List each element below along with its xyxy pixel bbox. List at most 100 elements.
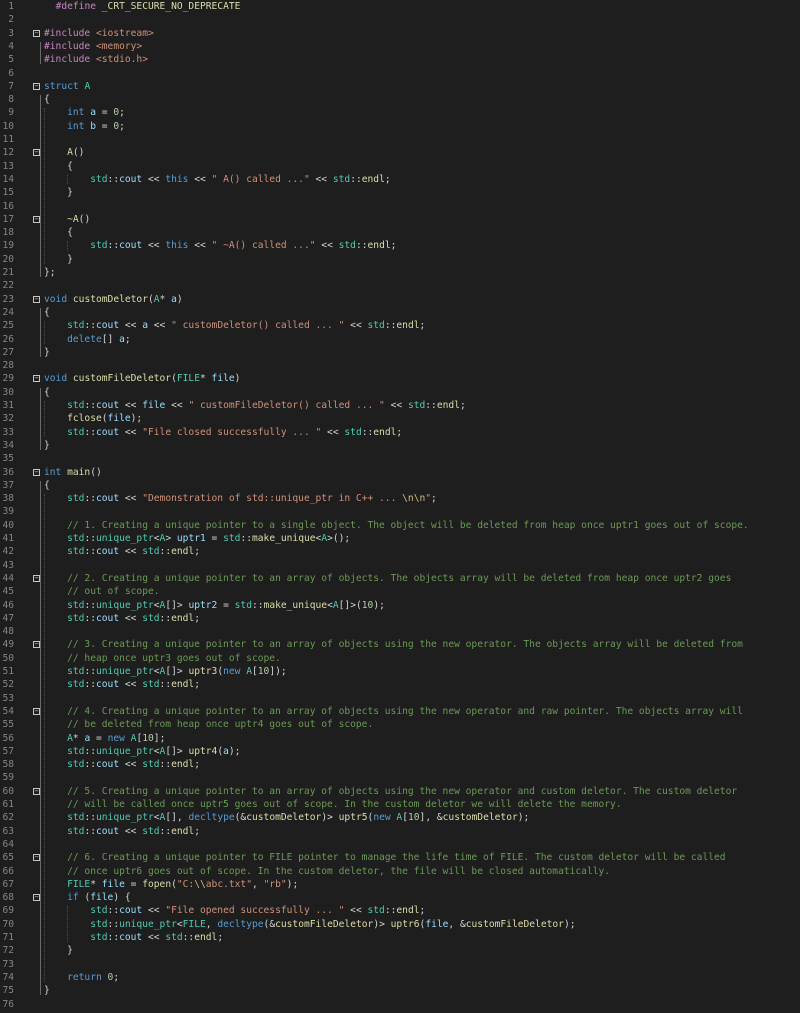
code-line[interactable]: 34} (0, 439, 800, 452)
fold-collapse-icon[interactable]: − (33, 215, 40, 223)
code-line[interactable]: 50 // heap once uptr3 goes out of scope. (0, 652, 800, 665)
code-line[interactable]: 4 #include <memory> (0, 40, 800, 53)
code-token: this (165, 173, 189, 185)
code-line[interactable]: 59 (0, 771, 800, 784)
code-line[interactable]: 19 std::cout << this << " ~A() called ..… (0, 239, 800, 252)
code-line[interactable]: 39 (0, 505, 800, 518)
code-line[interactable]: 66 // once uptr6 goes out of scope. In t… (0, 865, 800, 878)
code-line[interactable]: 54 − // 4. Creating a unique pointer to a… (0, 705, 800, 718)
code-line[interactable]: 17 − ~A() (0, 213, 800, 226)
code-line[interactable]: 27} (0, 346, 800, 359)
code-line[interactable]: 68 − if (file) { (0, 891, 800, 904)
code-line[interactable]: 31 std::cout << file << " customFileDele… (0, 399, 800, 412)
code-line[interactable]: 15 } (0, 186, 800, 199)
code-line[interactable]: 70 std::unique_ptr<FILE, decltype(&custo… (0, 918, 800, 931)
fold-collapse-icon[interactable]: − (33, 295, 40, 303)
code-line[interactable]: 55 // be deleted from heap once uptr4 go… (0, 718, 800, 731)
code-line[interactable]: 45 // out of scope. (0, 585, 800, 598)
code-line[interactable]: 42 std::cout << std::endl; (0, 545, 800, 558)
code-line[interactable]: 38 std::cout << "Demonstration of std::u… (0, 492, 800, 505)
code-line[interactable]: 21}; (0, 266, 800, 279)
code-line[interactable]: 64 (0, 838, 800, 851)
code-text: #include <stdio.h> (44, 53, 148, 66)
code-line[interactable]: 41 std::unique_ptr<A> uptr1 = std::make_… (0, 532, 800, 545)
code-line[interactable]: 46 std::unique_ptr<A[]> uptr2 = std::mak… (0, 599, 800, 612)
code-line[interactable]: 74 return 0; (0, 971, 800, 984)
code-line[interactable]: 76 (0, 998, 800, 1011)
code-line[interactable]: 11 (0, 133, 800, 146)
fold-collapse-icon[interactable]: − (33, 894, 40, 902)
code-line[interactable]: 56 A* a = new A[10]; (0, 732, 800, 745)
fold-collapse-icon[interactable]: − (33, 787, 40, 795)
code-token: // out of scope. (67, 586, 160, 598)
code-line[interactable]: 51 std::unique_ptr<A[]> uptr3(new A[10])… (0, 665, 800, 678)
code-token: return (67, 971, 102, 983)
code-line[interactable]: 5 #include <stdio.h> (0, 53, 800, 66)
code-line[interactable]: 28 (0, 359, 800, 372)
code-token: = (205, 533, 224, 544)
code-line[interactable]: 49 − // 3. Creating a unique pointer to a… (0, 638, 800, 651)
code-line[interactable]: 72 } (0, 944, 800, 957)
code-line[interactable]: 57 std::unique_ptr<A[]> uptr4(a); (0, 745, 800, 758)
code-line[interactable]: 30 { (0, 386, 800, 399)
code-line[interactable]: 20 } (0, 253, 800, 266)
code-line[interactable]: 14 std::cout << this << " A() called ...… (0, 173, 800, 186)
code-line[interactable]: 25 std::cout << a << " customDeletor() c… (0, 319, 800, 332)
code-line[interactable]: 75} (0, 984, 800, 997)
code-line[interactable]: 9 int a = 0; (0, 106, 800, 119)
fold-collapse-icon[interactable]: − (33, 468, 40, 476)
fold-collapse-icon[interactable]: − (33, 29, 40, 37)
fold-collapse-icon[interactable]: − (33, 641, 40, 649)
code-line[interactable]: 26 delete[] a; (0, 333, 800, 346)
code-line[interactable]: 47 std::cout << std::endl; (0, 612, 800, 625)
code-line[interactable]: 33 std::cout << "File closed successfull… (0, 426, 800, 439)
code-line[interactable]: 69 std::cout << "File opened successfull… (0, 904, 800, 917)
code-line[interactable]: 16 (0, 200, 800, 213)
code-line[interactable]: 6 (0, 67, 800, 80)
code-text: { (44, 386, 50, 399)
line-number: 55 (2, 719, 14, 731)
code-line[interactable]: 67 FILE* file = fopen("C:\\abc.txt", "rb… (0, 878, 800, 891)
code-line[interactable]: 2 (0, 13, 800, 26)
code-line[interactable]: 7 − struct A (0, 80, 800, 93)
code-line[interactable]: 43 (0, 559, 800, 572)
code-line[interactable]: 37 { (0, 479, 800, 492)
code-line[interactable]: 60 − // 5. Creating a unique pointer to a… (0, 785, 800, 798)
code-line[interactable]: 40 // 1. Creating a unique pointer to a … (0, 519, 800, 532)
code-line[interactable]: 8{ (0, 93, 800, 106)
code-line[interactable]: 35 (0, 452, 800, 465)
fold-collapse-icon[interactable]: − (33, 375, 40, 383)
code-line[interactable]: 32 fclose(file); (0, 412, 800, 425)
code-line[interactable]: 24 { (0, 306, 800, 319)
code-line[interactable]: 52 std::cout << std::endl; (0, 678, 800, 691)
code-line[interactable]: 18 { (0, 226, 800, 239)
code-text: int a = 0; (44, 106, 125, 119)
fold-collapse-icon[interactable]: − (33, 149, 40, 157)
code-line[interactable]: 3 − #include <iostream> (0, 27, 800, 40)
code-line[interactable]: 65 − // 6. Creating a unique pointer to F… (0, 851, 800, 864)
code-line[interactable]: 23 − void customDeletor(A* a) (0, 293, 800, 306)
fold-collapse-icon[interactable]: − (33, 707, 40, 715)
code-line[interactable]: 62 std::unique_ptr<A[], decltype(&custom… (0, 811, 800, 824)
code-line[interactable]: 13 { (0, 160, 800, 173)
code-line[interactable]: 29 − void customFileDeletor(FILE* file) (0, 372, 800, 385)
fold-collapse-icon[interactable]: − (33, 854, 40, 862)
code-line[interactable]: 58 std::cout << std::endl; (0, 758, 800, 771)
code-line[interactable]: 53 (0, 692, 800, 705)
code-editor[interactable]: 1 #define _CRT_SECURE_NO_DEPRECATE 2 3− #in… (0, 0, 800, 1013)
code-line[interactable]: 36 − int main() (0, 466, 800, 479)
fold-collapse-icon[interactable]: − (33, 574, 40, 582)
code-line[interactable]: 48 (0, 625, 800, 638)
code-line[interactable]: 63 std::cout << std::endl; (0, 825, 800, 838)
code-token: " ~A() called ..." (211, 240, 316, 252)
code-line[interactable]: 73 (0, 958, 800, 971)
fold-collapse-icon[interactable]: − (33, 82, 40, 90)
code-line[interactable]: 71 std::cout << std::endl; (0, 931, 800, 944)
code-line[interactable]: 61 // will be called once uptr5 goes out… (0, 798, 800, 811)
code-line[interactable]: 10 int b = 0; (0, 120, 800, 133)
code-line[interactable]: 44 − // 2. Creating a unique pointer to a… (0, 572, 800, 585)
code-line[interactable]: 22 (0, 279, 800, 292)
code-token: << (119, 612, 143, 624)
code-line[interactable]: 12 − A() (0, 146, 800, 159)
code-line[interactable]: 1 #define _CRT_SECURE_NO_DEPRECATE (0, 0, 800, 13)
